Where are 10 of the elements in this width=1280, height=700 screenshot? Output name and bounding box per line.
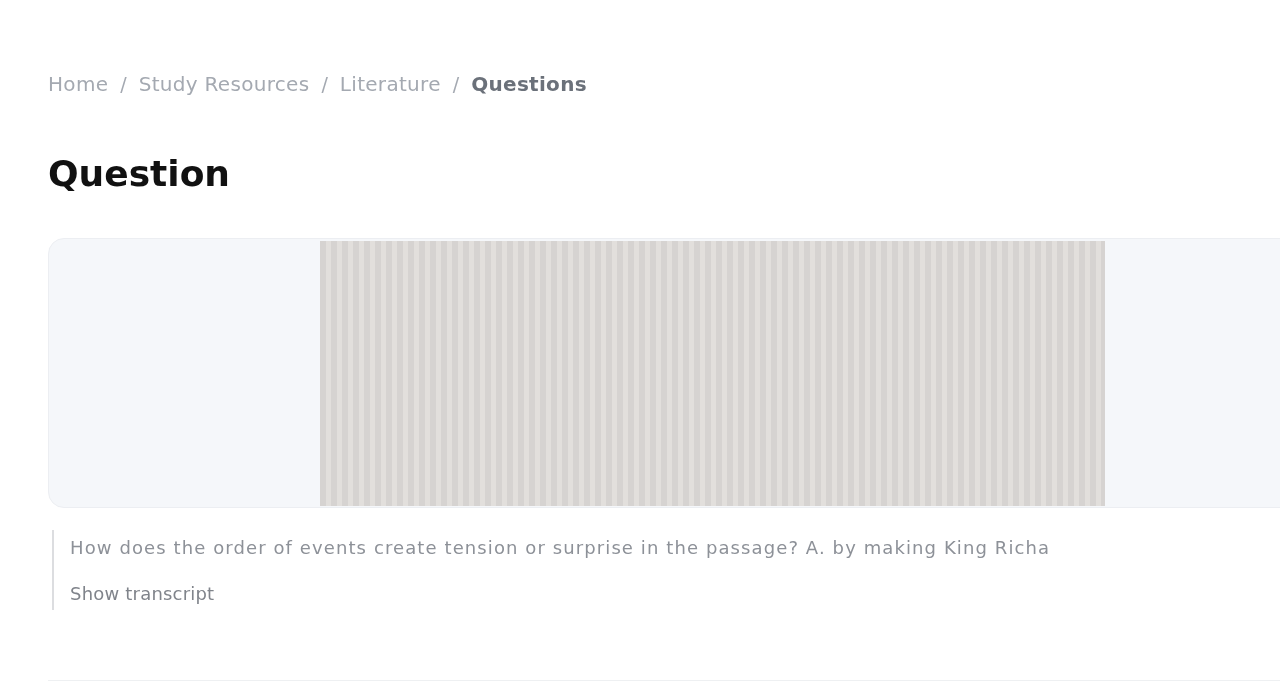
breadcrumb-link[interactable]: Study Resources bbox=[138, 72, 310, 96]
transcript-text: How does the order of events create tension or surprise in the passage? A. by making King Richa bbox=[70, 536, 1052, 560]
breadcrumb-current: Questions bbox=[471, 72, 587, 96]
breadcrumb-link[interactable]: Home bbox=[48, 72, 109, 96]
show-transcript-button[interactable]: Show transcript bbox=[70, 582, 215, 606]
page-title: Question bbox=[48, 152, 231, 196]
breadcrumb-link[interactable]: Literature bbox=[339, 72, 441, 96]
breadcrumb-separator: / bbox=[452, 73, 460, 95]
breadcrumb-separator: / bbox=[321, 73, 328, 95]
breadcrumb-separator: / bbox=[120, 73, 127, 95]
